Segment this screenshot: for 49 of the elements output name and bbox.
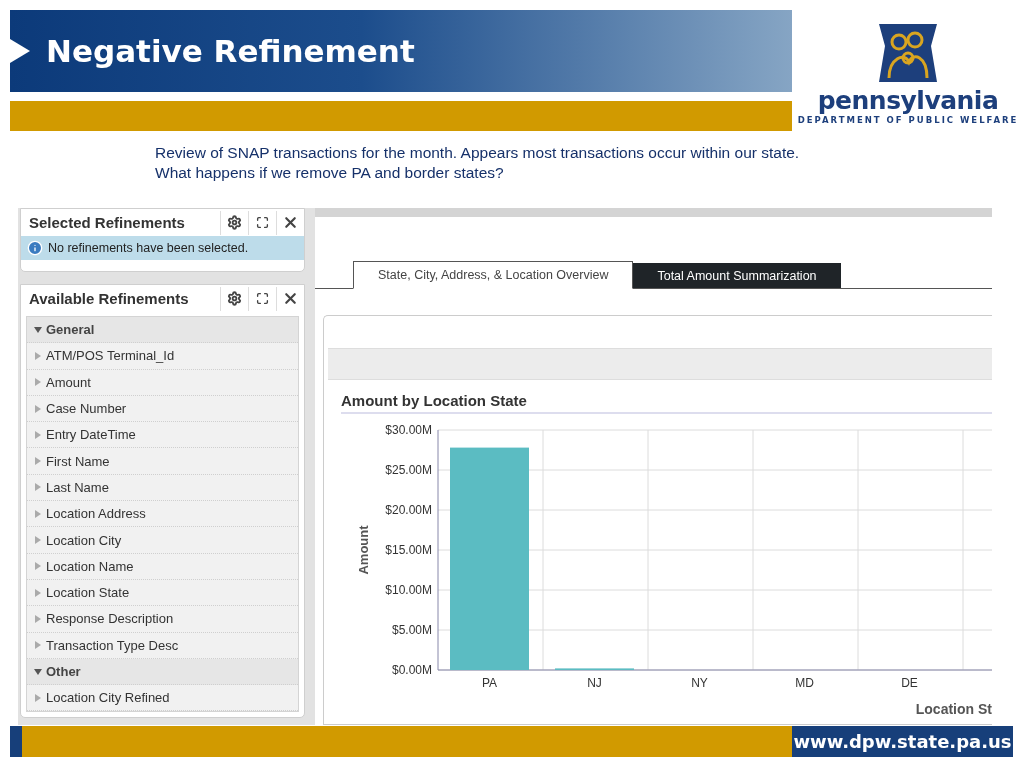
logo-subtitle: DEPARTMENT OF PUBLIC WELFARE	[797, 115, 1019, 125]
close-icon	[282, 290, 299, 307]
refinement-item[interactable]: Amount	[27, 369, 298, 396]
y-axis-title: Amount	[356, 525, 371, 575]
maximize-icon	[256, 292, 269, 305]
x-tick-label: MD	[795, 676, 814, 690]
x-tick-label: PA	[481, 676, 498, 690]
refinement-item[interactable]: Location City Refined	[27, 685, 298, 712]
message-text: No refinements have been selected.	[48, 241, 249, 255]
x-tick-label: NY	[691, 676, 708, 690]
refinement-item[interactable]: Location Address	[27, 501, 298, 528]
info-icon	[27, 240, 43, 256]
gear-icon	[227, 291, 242, 306]
refinement-item[interactable]: Entry DateTime	[27, 422, 298, 449]
refinement-item[interactable]: Case Number	[27, 395, 298, 423]
refinement-item[interactable]: Location Name	[27, 553, 298, 580]
y-tick-label: $30.00M	[385, 423, 432, 437]
panel-title: Available Refinements	[29, 290, 190, 307]
x-tick-label: NJ	[587, 676, 602, 690]
maximize-icon	[256, 216, 269, 229]
y-tick-label: $20.00M	[385, 503, 432, 517]
refinement-item[interactable]: Location State	[27, 579, 298, 607]
logo-name: pennsylvania	[817, 86, 999, 115]
gear-icon	[227, 215, 242, 230]
close-icon	[282, 214, 299, 231]
y-tick-label: $25.00M	[385, 463, 432, 477]
x-tick-label: DE	[901, 676, 918, 690]
tab[interactable]: Total Amount Summarization	[633, 263, 841, 288]
slide-title: Negative Refinement	[46, 33, 415, 69]
refinement-item[interactable]: Transaction Type Desc	[27, 632, 298, 659]
refinement-group[interactable]: Other	[27, 658, 298, 686]
chart-title: Amount by Location State	[341, 392, 992, 414]
tab[interactable]: State, City, Address, & Location Overview	[353, 261, 634, 289]
y-tick-label: $10.00M	[385, 583, 432, 597]
refinement-item[interactable]: Location City	[27, 527, 298, 554]
panel-title: Selected Refinements	[29, 214, 186, 231]
y-tick-label: $15.00M	[385, 543, 432, 557]
refinement-group[interactable]: General	[27, 317, 298, 344]
description-text: Review of SNAP transactions for the month. Appears most transactions occur within our state.	[155, 143, 801, 163]
refinement-item[interactable]: ATM/POS Terminal_Id	[27, 343, 298, 370]
refinement-item[interactable]: Last Name	[27, 474, 298, 502]
y-tick-label: $0.00M	[391, 663, 432, 677]
y-tick-label: $5.00M	[391, 623, 432, 637]
refinement-item[interactable]: First Name	[27, 448, 298, 475]
triangle-icon	[10, 39, 30, 63]
x-axis-title: Location St	[915, 701, 992, 717]
refinement-item[interactable]: Response Description	[27, 606, 298, 633]
description-text: What happens if we remove PA and border states?	[155, 163, 505, 183]
footer-url: www.dpw.state.pa.us	[792, 726, 1013, 757]
